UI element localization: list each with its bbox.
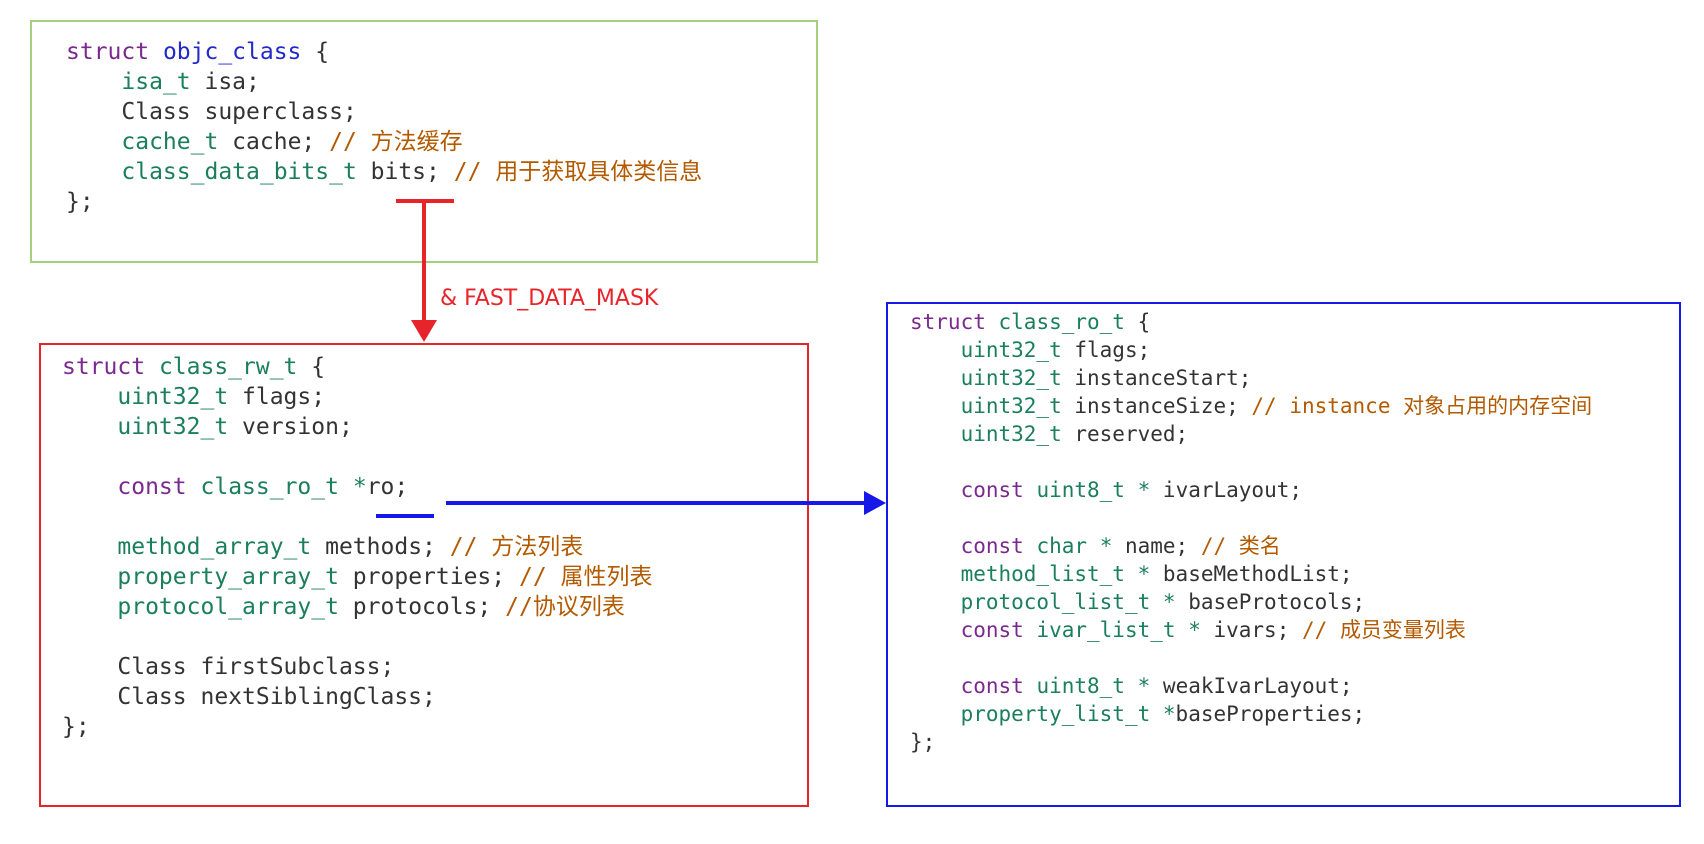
fast-data-mask-label: & FAST_DATA_MASK	[440, 286, 659, 311]
fast-data-arrow-head	[411, 320, 437, 342]
connector-lines	[376, 199, 886, 518]
ro-arrow-head	[864, 491, 886, 515]
